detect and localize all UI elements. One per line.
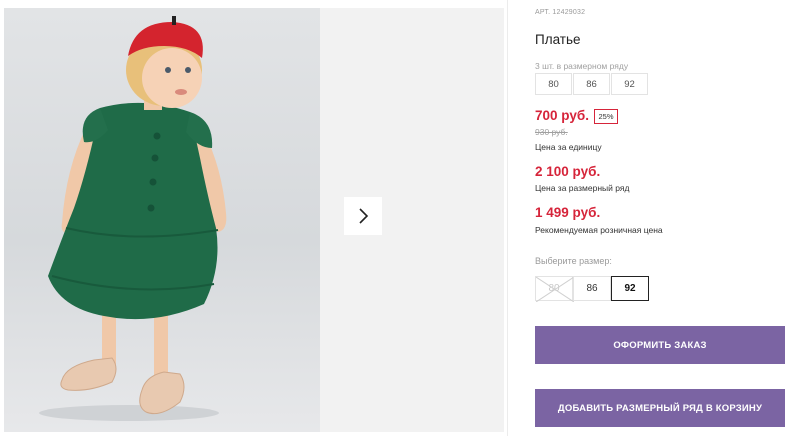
chevron-right-icon xyxy=(359,208,369,224)
place-order-button[interactable]: ОФОРМИТЬ ЗАКАЗ xyxy=(535,326,785,364)
size-option-label: 86 xyxy=(586,283,598,294)
article-number: АРТ. 12429032 xyxy=(535,9,586,16)
unit-price: 700 руб. xyxy=(535,108,589,123)
product-gallery xyxy=(4,8,504,432)
child-in-green-dress-illustration xyxy=(39,16,227,421)
choose-size-label: Выберите размер: xyxy=(535,256,612,266)
retail-price: 1 499 руб. xyxy=(535,205,601,220)
size-option-92[interactable]: 92 xyxy=(611,276,649,301)
discount-badge: 25% xyxy=(594,109,618,124)
product-photo[interactable] xyxy=(4,8,320,432)
size-option-86[interactable]: 86 xyxy=(573,276,611,301)
size-option-label: 92 xyxy=(624,283,636,294)
retail-price-caption: Рекомендуемая розничная цена xyxy=(535,225,663,235)
unit-price-caption: Цена за единицу xyxy=(535,142,602,152)
size-option-80[interactable]: 80 xyxy=(535,276,574,302)
product-title: Платье xyxy=(535,32,581,47)
panel-divider xyxy=(507,0,508,436)
range-size-86: 86 xyxy=(573,73,610,95)
range-price-caption: Цена за размерный ряд xyxy=(535,183,630,193)
next-image-button[interactable] xyxy=(344,197,382,235)
size-range-label: 3 шт. в размерном ряду xyxy=(535,61,629,71)
unavailable-cross-icon xyxy=(536,277,574,302)
range-size-92: 92 xyxy=(611,73,648,95)
old-price: 930 руб. xyxy=(535,127,568,137)
add-range-to-cart-button[interactable]: ДОБАВИТЬ РАЗМЕРНЫЙ РЯД В КОРЗИНУ xyxy=(535,389,785,427)
range-size-80: 80 xyxy=(535,73,572,95)
range-price: 2 100 руб. xyxy=(535,164,601,179)
